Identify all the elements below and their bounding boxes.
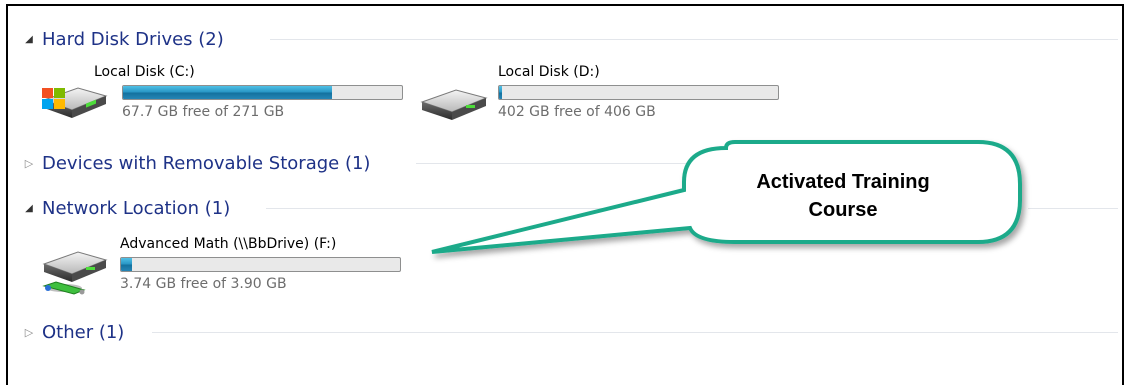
network-drive-icon [42,251,108,295]
drive-name: Advanced Math (\\BbDrive) (F:) [120,236,337,252]
drive-usage-fill [121,258,133,271]
drive-usage-bar [120,257,401,272]
group-header-network-location[interactable]: ◢ Network Location (1) [22,196,230,220]
group-title: Devices with Removable Storage (1) [42,152,371,174]
group-header-other[interactable]: ▷ Other (1) [22,320,125,344]
group-divider [152,332,1118,333]
drive-d[interactable]: Local Disk (D:) 402 GB free of 406 GB [420,64,800,134]
callout-line-2: Course [808,199,878,221]
group-title: Hard Disk Drives (2) [42,28,224,50]
collapsed-triangle-icon[interactable]: ▷ [22,157,36,170]
hard-disk-icon [420,89,488,120]
expanded-triangle-icon[interactable]: ◢ [22,34,36,45]
callout-line-1: Activated Training [756,171,930,193]
group-divider [416,163,686,164]
expanded-triangle-icon[interactable]: ◢ [22,203,36,214]
group-title: Network Location (1) [42,197,231,219]
group-divider [270,39,1118,40]
group-header-removable-storage[interactable]: ▷ Devices with Removable Storage (1) [22,151,371,175]
drive-usage-bar [498,85,779,100]
drive-free-space: 67.7 GB free of 271 GB [122,104,285,120]
group-divider [1028,208,1118,209]
drive-free-space: 402 GB free of 406 GB [498,104,656,120]
drive-free-space: 3.74 GB free of 3.90 GB [120,276,287,292]
callout-text: Activated Training Course [708,168,978,224]
drive-usage-fill [499,86,502,99]
drive-name: Local Disk (D:) [498,64,600,80]
group-header-hard-disk-drives[interactable]: ◢ Hard Disk Drives (2) [22,27,224,51]
drive-usage-fill [123,86,333,99]
collapsed-triangle-icon[interactable]: ▷ [22,326,36,339]
drive-name: Local Disk (C:) [94,64,195,80]
group-divider [266,208,688,209]
drive-c[interactable]: Local Disk (C:) 67.7 GB free of 271 GB [38,64,418,134]
drive-f-network[interactable]: Advanced Math (\\BbDrive) (F:) 3.74 GB f… [38,236,418,306]
drive-usage-bar [122,85,403,100]
group-title: Other (1) [42,321,125,343]
